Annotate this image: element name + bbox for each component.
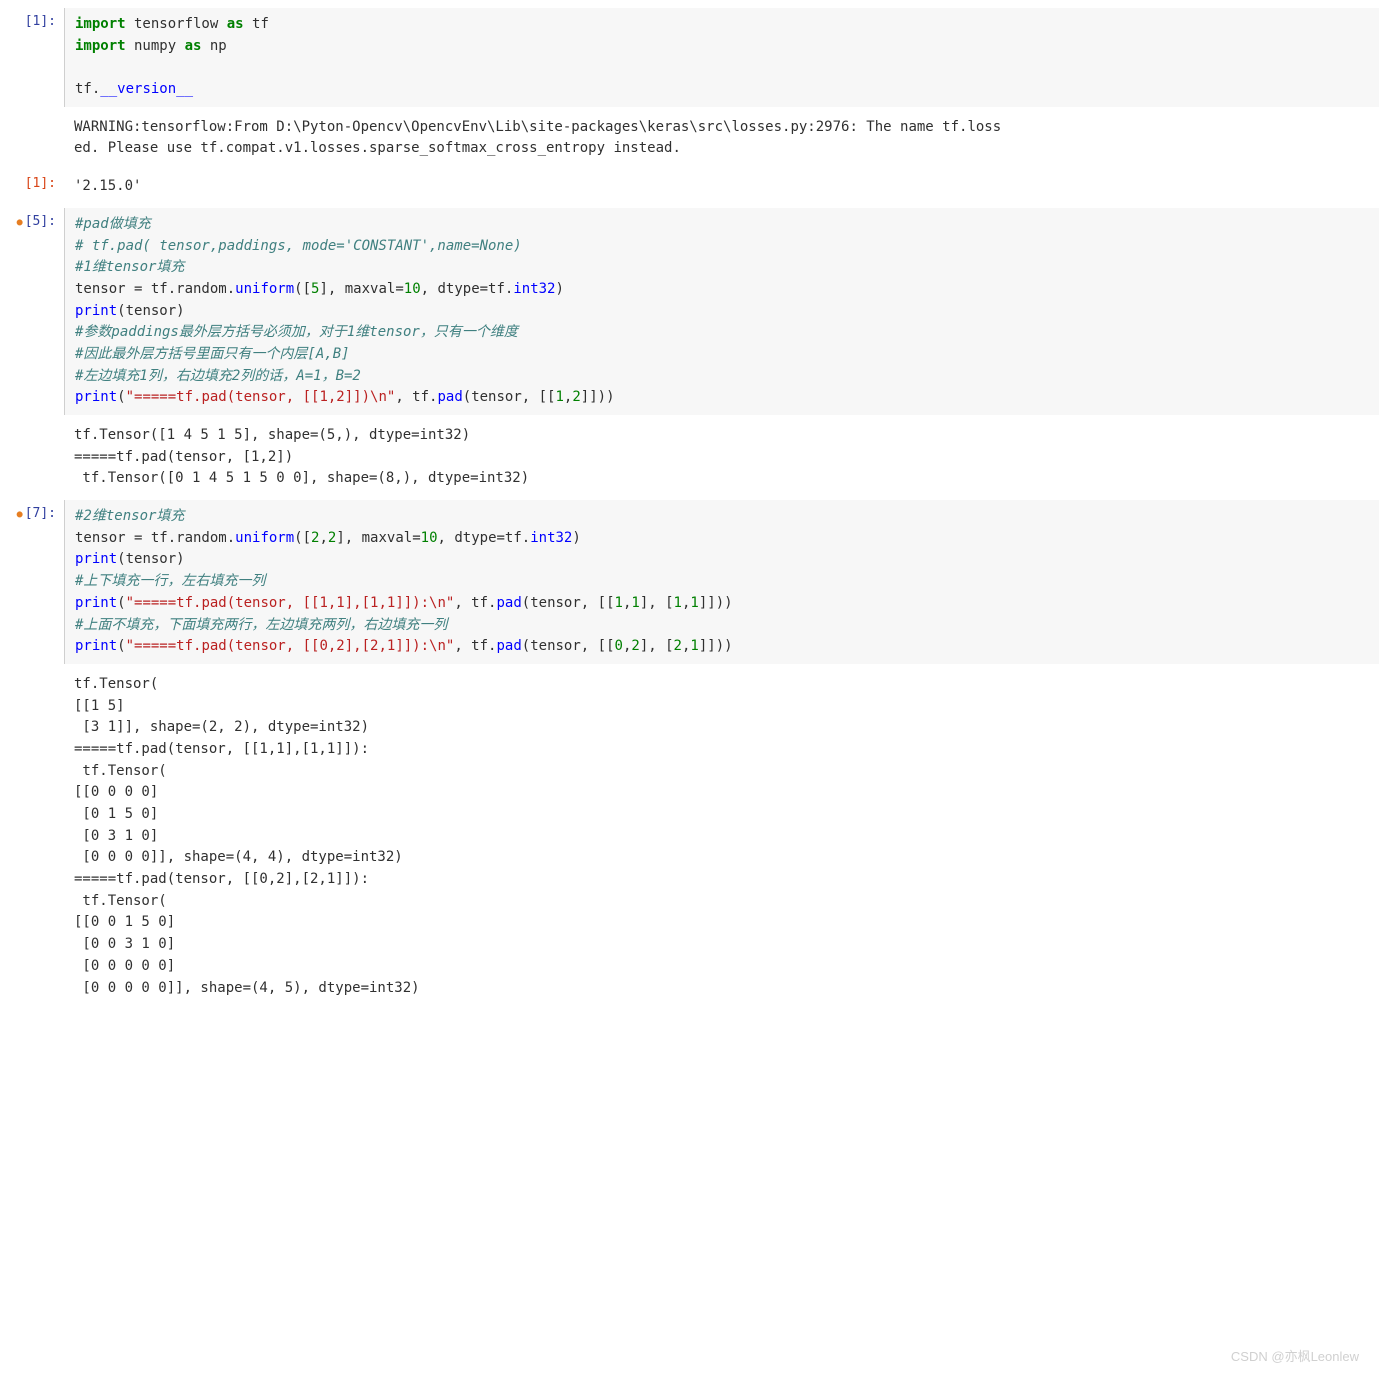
output-text: tf.Tensor( [[1 5] [3 1]], shape=(2, 2), …	[74, 674, 1369, 999]
cell-row: [1]: '2.15.0'	[0, 170, 1379, 204]
code-input[interactable]: #2维tensor填充 tensor = tf.random.uniform([…	[64, 500, 1379, 664]
prompt-label: [1]:	[25, 14, 56, 29]
output-prompt	[0, 419, 64, 496]
cell-row: [1]: import tensorflow as tf import numpy…	[0, 8, 1379, 107]
cell-row: tf.Tensor([1 4 5 1 5], shape=(5,), dtype…	[0, 419, 1379, 496]
prompt-label: [7]:	[25, 506, 56, 521]
code-input[interactable]: import tensorflow as tf import numpy as …	[64, 8, 1379, 107]
execution-result: '2.15.0'	[64, 170, 1379, 204]
code-input[interactable]: #pad做填充 # tf.pad( tensor,paddings, mode=…	[64, 208, 1379, 415]
prompt-label: [1]:	[25, 176, 56, 191]
output-text: tf.Tensor([1 4 5 1 5], shape=(5,), dtype…	[74, 425, 1369, 490]
output-text: '2.15.0'	[74, 176, 1369, 198]
cell-row: ●[5]:#pad做填充 # tf.pad( tensor,paddings, …	[0, 208, 1379, 415]
input-prompt: [1]:	[0, 8, 64, 107]
watermark: CSDN @亦枫Leonlew	[1231, 1346, 1359, 1365]
stdout-output: WARNING:tensorflow:From D:\Pyton-Opencv\…	[64, 111, 1379, 166]
code-block[interactable]: #pad做填充 # tf.pad( tensor,paddings, mode=…	[75, 214, 1369, 409]
notebook-container: [1]: import tensorflow as tf import numpy…	[0, 8, 1379, 1005]
output-prompt	[0, 111, 64, 166]
stdout-output: tf.Tensor([1 4 5 1 5], shape=(5,), dtype…	[64, 419, 1379, 496]
input-prompt: ●[5]:	[0, 208, 64, 415]
modified-dot-icon: ●	[17, 509, 23, 520]
cell-row: WARNING:tensorflow:From D:\Pyton-Opencv\…	[0, 111, 1379, 166]
code-block[interactable]: import tensorflow as tf import numpy as …	[75, 14, 1369, 101]
prompt-label: [5]:	[25, 214, 56, 229]
cell-row: ●[7]:#2维tensor填充 tensor = tf.random.unif…	[0, 500, 1379, 664]
modified-dot-icon: ●	[17, 217, 23, 228]
input-prompt: ●[7]:	[0, 500, 64, 664]
output-prompt	[0, 668, 64, 1005]
cell-row: tf.Tensor( [[1 5] [3 1]], shape=(2, 2), …	[0, 668, 1379, 1005]
stdout-output: tf.Tensor( [[1 5] [3 1]], shape=(2, 2), …	[64, 668, 1379, 1005]
code-block[interactable]: #2维tensor填充 tensor = tf.random.uniform([…	[75, 506, 1369, 658]
output-prompt: [1]:	[0, 170, 64, 204]
output-text: WARNING:tensorflow:From D:\Pyton-Opencv\…	[74, 117, 1369, 160]
